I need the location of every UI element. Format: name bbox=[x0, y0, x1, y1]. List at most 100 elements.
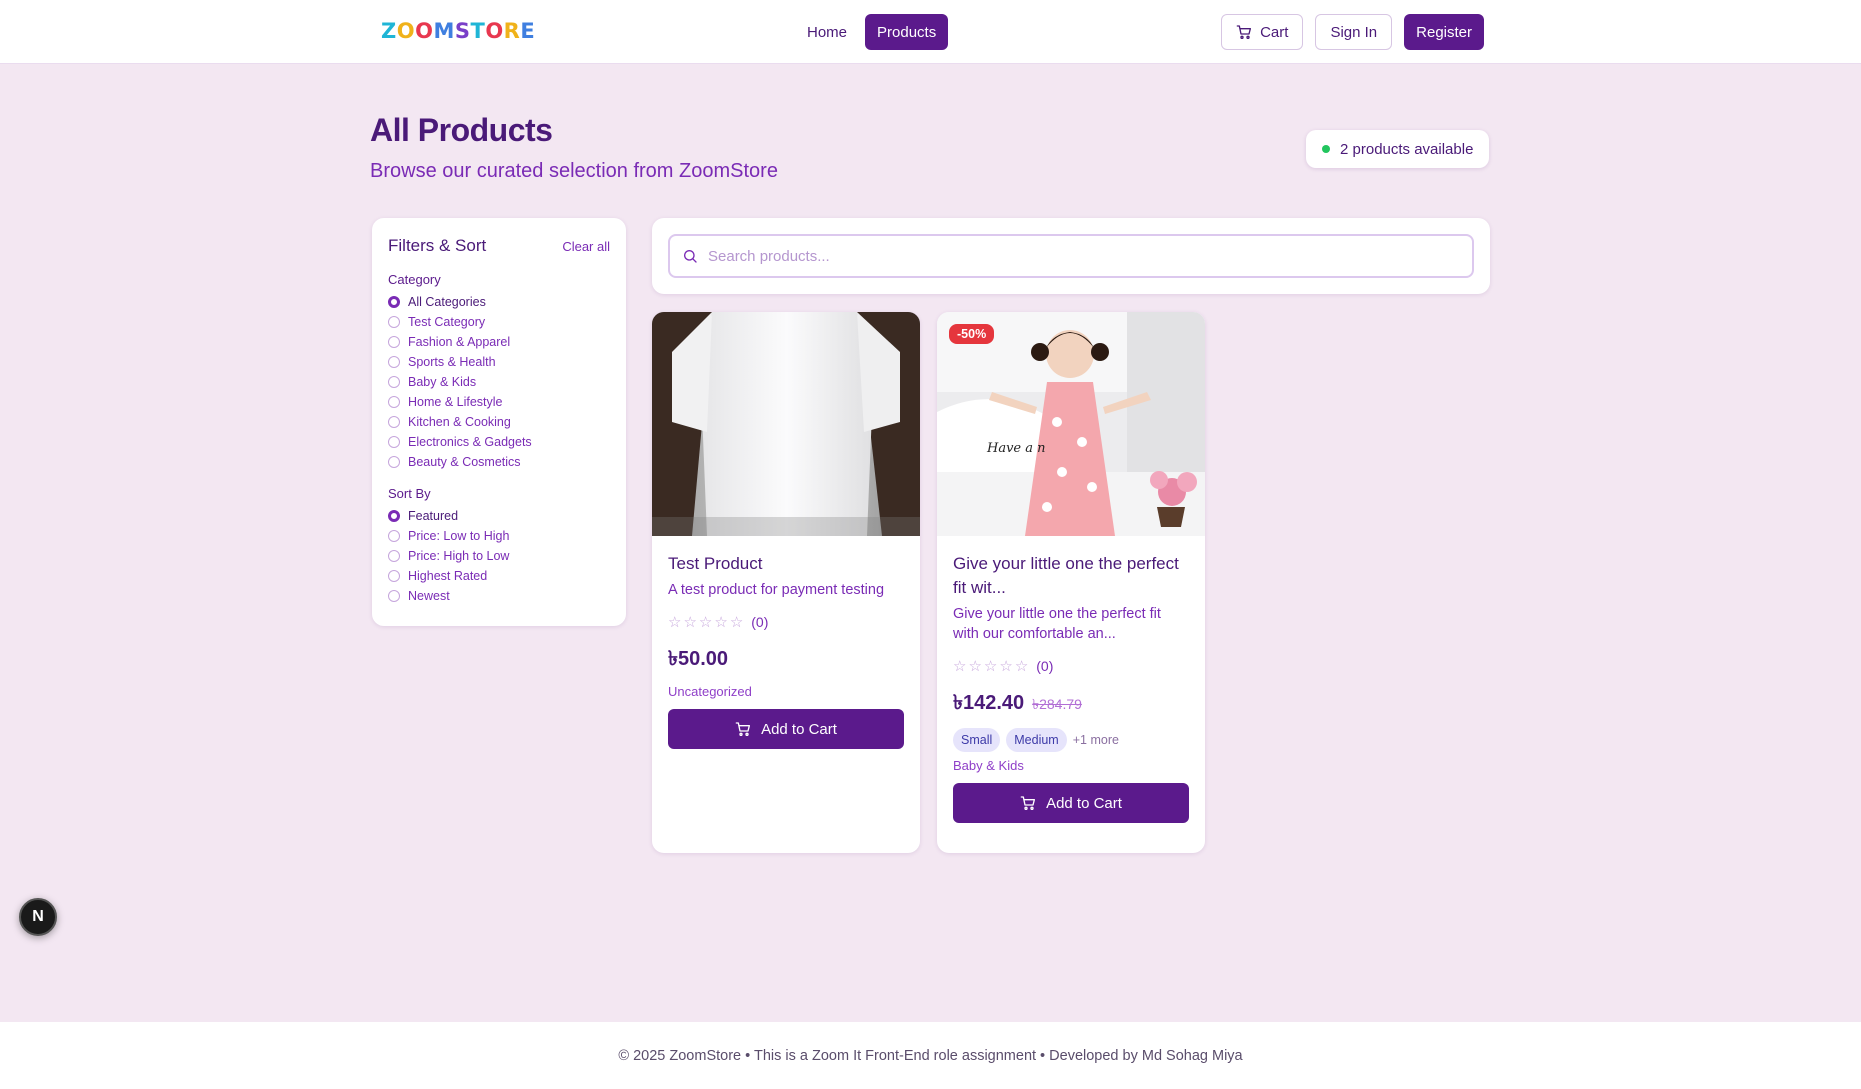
size-options: Small Medium +1 more bbox=[953, 728, 1189, 752]
sort-option[interactable]: Price: Low to High bbox=[388, 526, 610, 546]
cart-icon bbox=[735, 722, 751, 736]
filters-title: Filters & Sort bbox=[388, 236, 487, 255]
sort-option[interactable]: Newest bbox=[388, 586, 610, 606]
star-icon: ☆ bbox=[698, 614, 713, 631]
product-description: A test product for payment testing bbox=[668, 582, 885, 598]
add-to-cart-button[interactable]: Add to Cart bbox=[668, 709, 904, 749]
rating-count: (0) bbox=[751, 614, 769, 630]
nav-products-link[interactable]: Products bbox=[865, 14, 949, 50]
product-price: ৳50.00 bbox=[668, 648, 729, 670]
clear-all-link[interactable]: Clear all bbox=[562, 239, 610, 254]
nextjs-dev-tools-button[interactable]: N bbox=[19, 898, 57, 936]
category-option-label: Electronics & Gadgets bbox=[408, 435, 532, 449]
logo-letter: R bbox=[503, 19, 521, 43]
product-card[interactable]: Test Product A test product for payment … bbox=[652, 312, 920, 853]
sort-option-label: Price: Low to High bbox=[408, 529, 510, 543]
page-title: All Products bbox=[370, 112, 553, 148]
add-to-cart-button[interactable]: Add to Cart bbox=[953, 783, 1189, 823]
sort-option-label: Price: High to Low bbox=[408, 549, 510, 563]
radio-icon[interactable] bbox=[388, 436, 400, 448]
radio-icon[interactable] bbox=[388, 376, 400, 388]
category-option[interactable]: Kitchen & Cooking bbox=[388, 412, 610, 432]
page-subtitle: Browse our curated selection from ZoomSt… bbox=[370, 160, 778, 182]
category-option[interactable]: Beauty & Cosmetics bbox=[388, 452, 610, 472]
category-option-label: Baby & Kids bbox=[408, 375, 477, 389]
category-option-label: Beauty & Cosmetics bbox=[408, 455, 521, 469]
category-option[interactable]: Test Category bbox=[388, 312, 610, 332]
discount-badge: -50% bbox=[949, 324, 995, 344]
category-option-label: Test Category bbox=[408, 315, 486, 329]
category-option-label: Sports & Health bbox=[408, 355, 496, 369]
star-icon: ☆ bbox=[983, 658, 998, 675]
availability-badge: 2 products available bbox=[1306, 130, 1490, 168]
product-image-girl-dress[interactable]: Have a n -50% bbox=[937, 312, 1205, 536]
star-icon: ☆ bbox=[714, 614, 728, 631]
nav-home-link[interactable]: Home bbox=[795, 14, 859, 50]
category-option[interactable]: Baby & Kids bbox=[388, 372, 610, 392]
logo-letter: O bbox=[485, 19, 504, 43]
radio-icon[interactable] bbox=[388, 590, 400, 602]
radio-icon[interactable] bbox=[388, 356, 400, 368]
category-option[interactable]: Sports & Health bbox=[388, 352, 610, 372]
radio-icon[interactable] bbox=[388, 296, 400, 308]
category-option[interactable]: Fashion & Apparel bbox=[388, 332, 610, 352]
search-icon bbox=[684, 250, 697, 263]
sign-in-button[interactable]: Sign In bbox=[1315, 14, 1393, 50]
product-image-tshirt[interactable] bbox=[652, 312, 920, 536]
cart-icon bbox=[1020, 796, 1036, 810]
sort-option[interactable]: Price: High to Low bbox=[388, 546, 610, 566]
logo-letter: E bbox=[520, 19, 536, 43]
logo-letter: Z bbox=[381, 19, 397, 43]
zoomstore-logo[interactable]: ZOOMSTORE bbox=[381, 19, 535, 43]
category-option[interactable]: Home & Lifestyle bbox=[388, 392, 610, 412]
size-chip-small[interactable]: Small bbox=[953, 728, 1001, 752]
radio-icon[interactable] bbox=[388, 396, 400, 408]
category-option-label: Fashion & Apparel bbox=[408, 335, 511, 349]
radio-icon[interactable] bbox=[388, 416, 400, 428]
sort-option-label: Highest Rated bbox=[408, 569, 488, 583]
category-group: Category All Categories Test Category Fash… bbox=[388, 272, 610, 472]
radio-icon[interactable] bbox=[388, 336, 400, 348]
cart-button[interactable]: Cart bbox=[1221, 14, 1304, 50]
top-navbar: ZOOMSTORE Home Products Cart Sign In Reg… bbox=[0, 0, 1861, 64]
radio-icon[interactable] bbox=[388, 550, 400, 562]
size-chip-medium[interactable]: Medium bbox=[1006, 728, 1067, 752]
sort-option[interactable]: Highest Rated bbox=[388, 566, 610, 586]
product-title[interactable]: Test Product bbox=[668, 552, 904, 576]
logo-letter: S bbox=[454, 19, 471, 43]
logo-letter: M bbox=[433, 19, 455, 43]
logo-letter: O bbox=[415, 19, 434, 43]
product-category: Uncategorized bbox=[668, 684, 752, 699]
category-option[interactable]: Electronics & Gadgets bbox=[388, 432, 610, 452]
radio-icon[interactable] bbox=[388, 510, 400, 522]
radio-icon[interactable] bbox=[388, 316, 400, 328]
star-icon: ☆ bbox=[968, 658, 982, 675]
search-card: Search products... bbox=[652, 218, 1490, 294]
cart-icon bbox=[1236, 25, 1252, 39]
star-icon: ☆ bbox=[668, 614, 682, 631]
radio-icon[interactable] bbox=[388, 570, 400, 582]
star-icon: ☆ bbox=[1014, 658, 1029, 675]
original-price: ৳284.79 bbox=[1032, 696, 1082, 712]
svg-text:Have a n: Have a n bbox=[986, 441, 1046, 456]
main-nav: Home Products bbox=[795, 14, 949, 50]
product-card[interactable]: Have a n -50% Give your little one the p… bbox=[937, 312, 1205, 853]
sort-option-label: Featured bbox=[408, 509, 459, 523]
product-rating: ☆ ☆ ☆ ☆ ☆ (0) bbox=[668, 610, 904, 634]
category-option[interactable]: All Categories bbox=[388, 292, 610, 312]
add-to-cart-label: Add to Cart bbox=[1046, 794, 1122, 812]
product-title[interactable]: Give your little one the perfect fit wit… bbox=[953, 552, 1189, 600]
register-button[interactable]: Register bbox=[1404, 14, 1484, 50]
star-icon: ☆ bbox=[683, 614, 697, 631]
radio-icon[interactable] bbox=[388, 456, 400, 468]
category-option-label: Home & Lifestyle bbox=[408, 395, 503, 409]
radio-icon[interactable] bbox=[388, 530, 400, 542]
sort-option[interactable]: Featured bbox=[388, 506, 610, 526]
category-label: Category bbox=[388, 272, 441, 287]
header-actions: Cart Sign In Register bbox=[1221, 14, 1484, 50]
product-category: Baby & Kids bbox=[953, 758, 1024, 773]
search-input[interactable]: Search products... bbox=[668, 234, 1474, 278]
star-icon: ☆ bbox=[729, 614, 744, 631]
product-rating: ☆ ☆ ☆ ☆ ☆ (0) bbox=[953, 654, 1189, 678]
cart-label: Cart bbox=[1260, 23, 1289, 41]
